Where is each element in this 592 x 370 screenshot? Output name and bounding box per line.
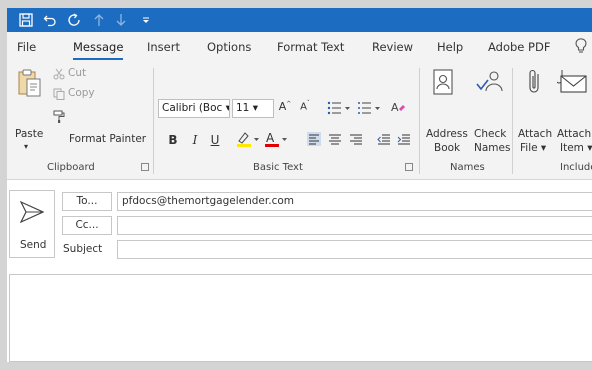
align-center-icon[interactable] [328, 132, 342, 146]
to-button[interactable]: To... [62, 192, 112, 211]
font-size-value: 11 [236, 102, 250, 114]
ribbon-separator [419, 68, 420, 174]
ribbon-separator [153, 68, 154, 174]
undo-icon[interactable] [41, 11, 59, 29]
increase-indent-icon[interactable] [397, 132, 411, 146]
clear-formatting-icon[interactable]: A [390, 99, 406, 115]
basic-text-launcher-icon[interactable] [405, 163, 413, 171]
bullets-icon[interactable] [327, 100, 353, 116]
clipboard-launcher-icon[interactable] [141, 163, 149, 171]
format-painter-button[interactable]: Format Painter [69, 133, 146, 145]
group-label-clipboard: Clipboard [47, 162, 95, 173]
highlight-color-icon[interactable] [235, 130, 261, 148]
cut-icon [53, 68, 65, 80]
address-book-icon[interactable] [432, 68, 454, 96]
check-names-label-2[interactable]: Names [474, 142, 510, 154]
down-arrow-icon[interactable] [113, 11, 129, 29]
send-label: Send [20, 239, 47, 251]
font-size-combo[interactable]: 11 ▾ [232, 99, 274, 118]
paste-dropdown-icon[interactable]: ▾ [24, 142, 28, 151]
customize-dropdown-icon[interactable] [139, 11, 153, 29]
tab-message[interactable]: Message [73, 40, 124, 60]
subject-field[interactable] [117, 240, 592, 259]
compose-area: Send To... pfdocs@themortgagelender.com … [7, 180, 592, 362]
font-name-value: Calibri (Boc [162, 102, 223, 114]
tab-review[interactable]: Review [372, 40, 413, 54]
save-icon[interactable] [17, 11, 35, 29]
send-button[interactable]: Send [9, 190, 55, 258]
svg-text:A: A [266, 131, 275, 145]
grow-font-icon[interactable]: A^ [277, 100, 293, 113]
underline-button[interactable]: U [207, 133, 223, 147]
tab-insert[interactable]: Insert [147, 40, 180, 54]
address-book-label-1[interactable]: Address [426, 128, 468, 140]
attach-file-label-2[interactable]: File ▾ [520, 142, 546, 154]
align-left-icon[interactable] [307, 132, 321, 146]
ribbon-message: Paste ▾ Cut Copy Format Painter Clipboar… [7, 62, 592, 180]
attach-item-label-1[interactable]: Attach [557, 128, 591, 140]
up-arrow-icon[interactable] [91, 11, 107, 29]
attach-file-icon[interactable] [527, 68, 543, 96]
subject-label: Subject [63, 243, 103, 255]
font-name-combo[interactable]: Calibri (Boc ▾ [158, 99, 230, 118]
attach-item-icon[interactable] [557, 68, 587, 96]
quick-access-toolbar [7, 8, 592, 32]
address-book-label-2[interactable]: Book [434, 142, 460, 154]
ribbon-tabs: File Message Insert Options Format Text … [7, 32, 592, 62]
cc-button[interactable]: Cc... [62, 216, 112, 235]
paste-icon[interactable] [17, 68, 43, 98]
group-label-names: Names [450, 162, 485, 173]
tell-me-lightbulb-icon[interactable] [575, 38, 587, 54]
check-names-icon[interactable] [475, 68, 505, 96]
font-color-icon[interactable]: A [263, 130, 289, 148]
redo-icon[interactable] [65, 11, 83, 29]
bold-button[interactable]: B [165, 133, 181, 147]
svg-text:A: A [391, 101, 399, 114]
copy-icon [53, 88, 65, 100]
cc-field[interactable] [117, 216, 592, 235]
tab-options[interactable]: Options [207, 40, 251, 54]
italic-button[interactable]: I [187, 133, 203, 147]
tab-format-text[interactable]: Format Text [277, 40, 344, 54]
tab-help[interactable]: Help [437, 40, 463, 54]
group-label-basic-text: Basic Text [253, 162, 303, 173]
group-label-include: Include [560, 162, 592, 173]
copy-button[interactable]: Copy [68, 87, 95, 99]
ribbon-separator [512, 68, 513, 174]
outlook-message-window: File Message Insert Options Format Text … [7, 8, 592, 362]
attach-item-label-2[interactable]: Item ▾ [560, 142, 592, 154]
to-field[interactable]: pfdocs@themortgagelender.com [117, 192, 592, 211]
shrink-font-icon[interactable]: Aˇ [297, 100, 313, 112]
check-names-label-1[interactable]: Check [474, 128, 506, 140]
send-icon [20, 201, 44, 223]
decrease-indent-icon[interactable] [377, 132, 391, 146]
numbering-icon[interactable] [357, 100, 383, 116]
tab-adobe-pdf[interactable]: Adobe PDF [488, 40, 550, 54]
format-painter-icon [53, 109, 67, 123]
message-body[interactable] [9, 274, 592, 362]
tab-file[interactable]: File [17, 40, 36, 54]
attach-file-label-1[interactable]: Attach [518, 128, 552, 140]
cut-button[interactable]: Cut [68, 67, 86, 79]
attach-file-text: File [520, 142, 538, 154]
paste-button[interactable]: Paste [15, 128, 43, 140]
align-right-icon[interactable] [349, 132, 363, 146]
attach-item-text: Item [560, 142, 584, 154]
